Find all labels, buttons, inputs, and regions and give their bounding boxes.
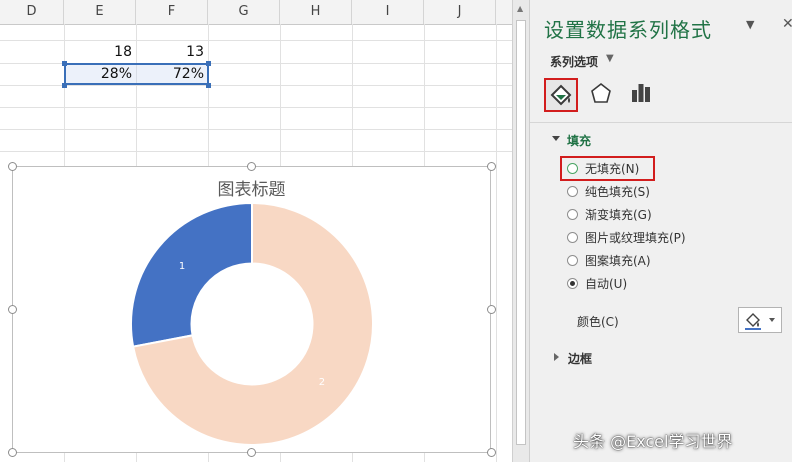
option-label: 图片或纹理填充(P) [585,231,686,245]
effects-tab[interactable] [586,78,620,112]
option-label: 图案填充(A) [585,254,651,268]
color-label: 颜色(C) [577,315,619,329]
radio-button[interactable] [567,232,578,243]
watermark-text: 头条 @Excel学习世界 [573,432,733,451]
chart-resize-handle[interactable] [247,448,256,457]
chart-resize-handle[interactable] [8,448,17,457]
donut-segment-1[interactable] [131,203,253,348]
option-label: 无填充(N) [585,162,640,176]
grid-line [0,151,512,152]
border-section-header[interactable]: 边框 [568,350,592,367]
fill-line-tab[interactable] [544,78,578,112]
close-icon[interactable]: ✕ [782,16,792,32]
radio-button[interactable] [567,163,578,174]
worksheet-area[interactable]: D E F G H I J 18 13 28% 72% 图表标题 1 2 [0,0,512,462]
option-label: 纯色填充(S) [585,185,650,199]
radio-button-selected[interactable] [567,278,578,289]
data-label-1[interactable]: 1 [179,261,185,272]
chevron-down-icon[interactable]: ▼ [606,53,614,64]
pane-divider [530,122,792,123]
chart-resize-handle[interactable] [8,305,17,314]
pane-options-chevron-icon[interactable]: ▼ [746,18,754,31]
vertical-scrollbar[interactable]: ▲ [512,0,530,462]
column-header-e[interactable]: E [64,0,136,24]
paint-bucket-icon [745,313,775,330]
radio-button[interactable] [567,255,578,266]
cell-f-percent[interactable]: 72% [136,63,208,85]
donut-chart[interactable]: 1 2 [131,203,373,445]
series-options-tab[interactable] [626,78,660,112]
chart-title[interactable]: 图表标题 [13,175,490,200]
cell-e-value[interactable]: 18 [64,41,136,63]
scrollbar-thumb[interactable] [516,20,526,445]
fill-section-header[interactable]: 填充 [567,132,591,149]
expand-triangle-icon[interactable] [554,353,559,361]
grid-line [496,24,497,462]
column-header-g[interactable]: G [208,0,280,24]
column-header-bar: D E F G H I J [0,0,512,25]
cell-f-value[interactable]: 13 [136,41,208,63]
grid-line [0,107,512,108]
chart-resize-handle[interactable] [487,305,496,314]
chart-resize-handle[interactable] [8,162,17,171]
chart-resize-handle[interactable] [487,162,496,171]
radio-button[interactable] [567,209,578,220]
radio-button[interactable] [567,186,578,197]
paint-bucket-icon [550,84,572,106]
chart-resize-handle[interactable] [487,448,496,457]
column-header-i[interactable]: I [352,0,424,24]
pentagon-icon [591,82,611,103]
collapse-triangle-icon[interactable] [552,136,560,141]
format-data-series-pane: 设置数据系列格式 ▼ ✕ 系列选项 ▼ 填充 无填充(N) 纯色填充(S) 渐变… [530,0,792,462]
scroll-up-icon[interactable]: ▲ [517,4,523,13]
data-label-2[interactable]: 2 [319,377,325,388]
bar-chart-icon [632,84,650,102]
column-header-j[interactable]: J [424,0,496,24]
grid-line [0,129,512,130]
cell-e-percent[interactable]: 28% [64,63,136,85]
column-header-f[interactable]: F [136,0,208,24]
fill-color-picker-button[interactable] [738,307,782,333]
column-header-d[interactable]: D [0,0,64,24]
series-options-dropdown[interactable]: 系列选项 [550,53,598,70]
grid-line [0,85,512,86]
chart-resize-handle[interactable] [247,162,256,171]
option-label: 渐变填充(G) [585,208,652,222]
column-header-h[interactable]: H [280,0,352,24]
chart-area[interactable]: 图表标题 1 2 [12,166,491,453]
option-label: 自动(U) [585,277,628,291]
pane-title: 设置数据系列格式 [544,18,712,42]
